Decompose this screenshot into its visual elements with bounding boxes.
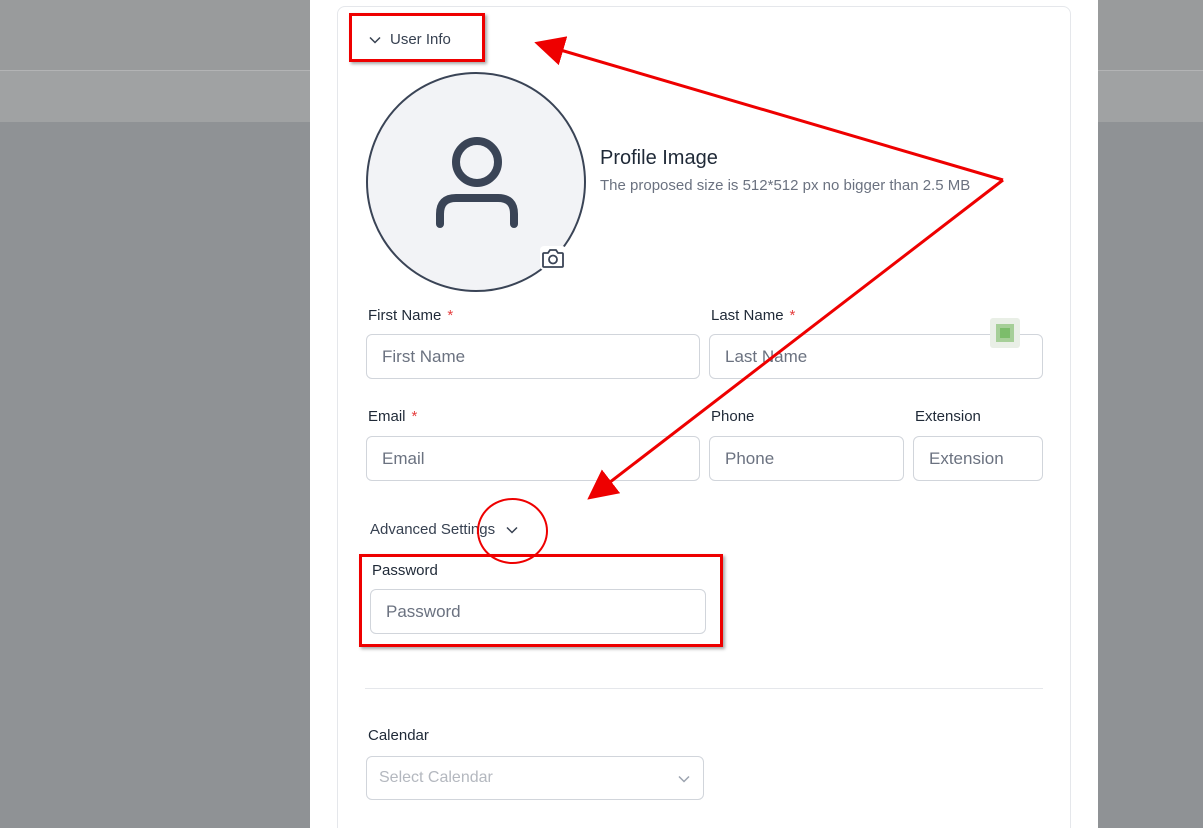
required-marker: * bbox=[411, 408, 418, 425]
chevron-down-icon bbox=[678, 775, 690, 783]
first-name-input[interactable] bbox=[366, 334, 700, 379]
phone-input[interactable] bbox=[709, 436, 904, 481]
profile-image-title: Profile Image bbox=[600, 147, 718, 169]
annotation-circle-advanced bbox=[477, 498, 548, 564]
phone-label: Phone bbox=[711, 408, 755, 425]
calendar-label: Calendar bbox=[368, 727, 429, 744]
user-icon bbox=[436, 137, 518, 228]
required-marker: * bbox=[447, 307, 454, 324]
calendar-select[interactable]: Select Calendar bbox=[366, 756, 704, 800]
blurred-thumbnail bbox=[990, 318, 1020, 348]
camera-icon[interactable] bbox=[540, 246, 566, 270]
section-divider bbox=[365, 688, 1043, 689]
email-label: Email * bbox=[368, 408, 418, 425]
extension-input[interactable] bbox=[913, 436, 1043, 481]
email-input[interactable] bbox=[366, 436, 700, 481]
annotation-box-user-info bbox=[349, 13, 485, 62]
annotation-box-password bbox=[359, 554, 723, 647]
calendar-select-placeholder: Select Calendar bbox=[379, 769, 493, 786]
profile-image-hint: The proposed size is 512*512 px no bigge… bbox=[600, 177, 971, 194]
last-name-label: Last Name * bbox=[711, 307, 796, 324]
first-name-label: First Name * bbox=[368, 307, 454, 324]
extension-label: Extension bbox=[915, 408, 981, 425]
required-marker: * bbox=[789, 307, 796, 324]
